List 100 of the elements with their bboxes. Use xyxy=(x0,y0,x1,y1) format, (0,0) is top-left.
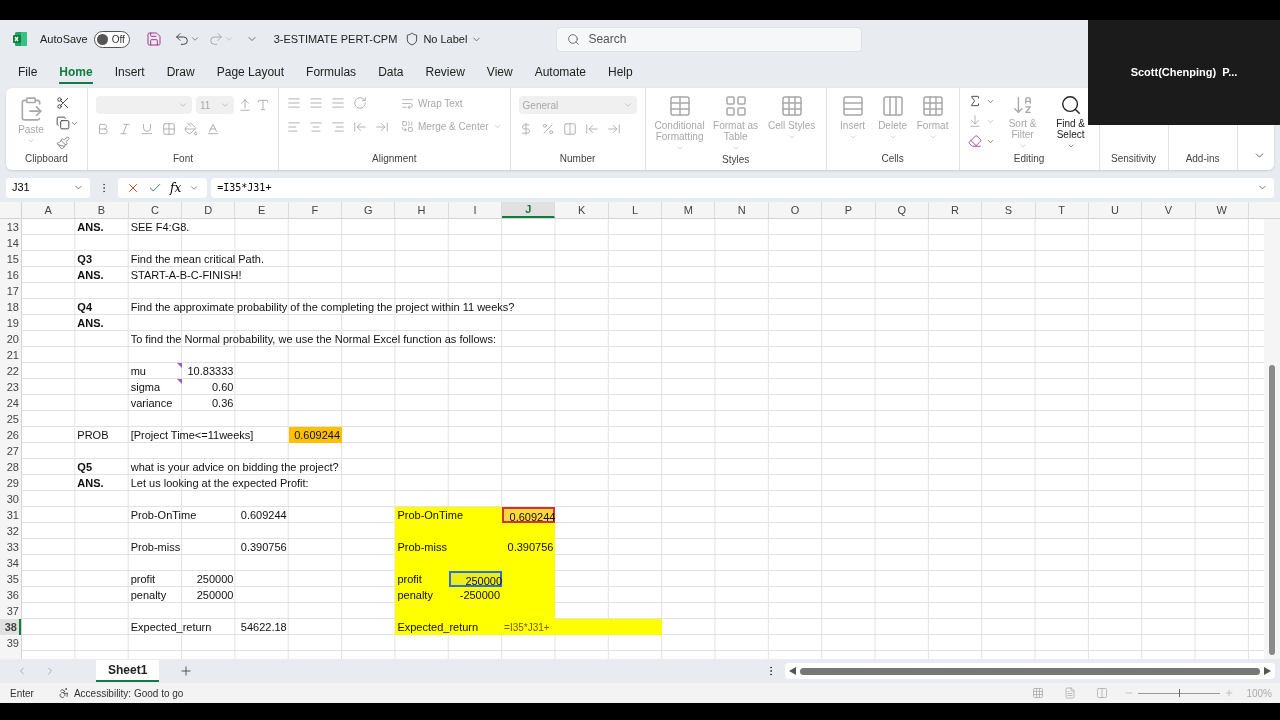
page-layout-icon[interactable] xyxy=(1064,687,1077,699)
column-header[interactable]: Q xyxy=(875,202,929,218)
row-header[interactable]: 32 xyxy=(0,523,21,539)
underline-icon[interactable] xyxy=(140,122,154,136)
normal-view-icon[interactable] xyxy=(1032,687,1045,699)
row-header[interactable]: 15 xyxy=(0,251,21,267)
menu-tab[interactable]: Page Layout xyxy=(216,62,285,84)
row-header[interactable]: 13 xyxy=(0,219,21,235)
cell-formula-input[interactable]: =I35*J31+ xyxy=(502,619,550,635)
row-header[interactable]: 24 xyxy=(0,395,21,411)
ribbon-button[interactable]: Find & Select xyxy=(1050,94,1091,150)
menu-tab[interactable]: Formulas xyxy=(306,62,357,84)
column-header[interactable]: A xyxy=(22,202,76,218)
row-header[interactable]: 29 xyxy=(0,475,21,491)
row-header[interactable]: 30 xyxy=(0,491,21,507)
row-header[interactable]: 25 xyxy=(0,411,21,427)
column-header[interactable]: K xyxy=(555,202,609,218)
column-header[interactable]: M xyxy=(662,202,716,218)
menu-tab[interactable]: Help xyxy=(608,62,633,84)
italic-icon[interactable] xyxy=(118,122,132,136)
row-header[interactable]: 14 xyxy=(0,235,21,251)
format-painter-icon[interactable] xyxy=(56,136,70,150)
search-input[interactable]: Search xyxy=(588,30,852,48)
column-header[interactable]: G xyxy=(342,202,396,218)
add-sheet-icon[interactable] xyxy=(179,664,194,678)
search-field[interactable]: Search xyxy=(556,26,863,52)
column-header[interactable]: T xyxy=(1035,202,1089,218)
row-header[interactable]: 20 xyxy=(0,331,21,347)
column-header[interactable]: E xyxy=(235,202,289,218)
menu-tab[interactable]: Draw xyxy=(166,62,195,84)
increase-decimal-icon[interactable] xyxy=(584,122,599,136)
copy-icon[interactable] xyxy=(56,116,70,130)
column-header[interactable]: H xyxy=(395,202,449,218)
fill-color-icon[interactable] xyxy=(184,122,198,136)
font-color-icon[interactable] xyxy=(206,122,220,136)
column-header[interactable]: R xyxy=(928,202,983,218)
row-header[interactable]: 36 xyxy=(0,587,21,603)
zoom-in-icon[interactable] xyxy=(1224,688,1235,698)
column-header[interactable]: B xyxy=(75,202,129,218)
row-header[interactable]: 16 xyxy=(0,267,21,283)
top-align-icon[interactable] xyxy=(287,96,301,110)
bold-icon[interactable] xyxy=(96,122,110,136)
percent-icon[interactable] xyxy=(540,122,555,136)
column-header[interactable]: V xyxy=(1142,202,1196,218)
column-header[interactable]: U xyxy=(1088,202,1143,218)
column-header[interactable]: D xyxy=(182,202,236,218)
decrease-font-icon[interactable] xyxy=(256,98,270,112)
row-header[interactable]: 34 xyxy=(0,555,21,571)
vertical-scrollbar[interactable] xyxy=(1264,219,1280,659)
column-header[interactable]: L xyxy=(608,202,663,218)
align-left-icon[interactable] xyxy=(287,120,301,134)
scroll-right-icon[interactable] xyxy=(1264,667,1272,675)
horizontal-scrollbar[interactable] xyxy=(785,663,1276,679)
formula-field[interactable]: =I35*J31+ xyxy=(211,177,1274,198)
zoom-slider[interactable] xyxy=(1138,689,1221,697)
column-header[interactable]: P xyxy=(822,202,876,218)
borders-icon[interactable] xyxy=(162,122,176,136)
row-header[interactable]: 23 xyxy=(0,379,21,395)
menu-tab[interactable]: Data xyxy=(378,62,404,84)
row-header[interactable]: 22 xyxy=(0,363,21,379)
column-header[interactable]: N xyxy=(715,202,769,218)
menu-tab[interactable]: Automate xyxy=(534,62,586,84)
orientation-icon[interactable] xyxy=(353,96,367,110)
row-header[interactable]: 18 xyxy=(0,299,21,315)
menu-tab[interactable]: Insert xyxy=(114,62,145,84)
row-header[interactable]: 31 xyxy=(0,507,21,523)
decrease-indent-icon[interactable] xyxy=(353,120,367,134)
sensitivity-label-button[interactable]: No Label xyxy=(405,30,483,48)
comma-style-icon[interactable] xyxy=(562,122,577,136)
row-header[interactable]: 28 xyxy=(0,459,21,475)
insert-function-button[interactable]: fx xyxy=(170,178,182,197)
align-right-icon[interactable] xyxy=(331,120,345,134)
middle-align-icon[interactable] xyxy=(309,96,323,110)
fill-icon[interactable] xyxy=(967,114,982,128)
row-header[interactable]: 26 xyxy=(0,427,21,443)
column-header[interactable]: J xyxy=(502,202,556,218)
menu-tab[interactable]: View xyxy=(486,62,513,84)
increase-font-icon[interactable] xyxy=(238,98,252,112)
menu-tab[interactable]: Review xyxy=(425,62,465,84)
row-header[interactable]: 37 xyxy=(0,603,21,619)
row-header[interactable]: 19 xyxy=(0,315,21,331)
align-center-icon[interactable] xyxy=(309,120,323,134)
eraser-icon[interactable] xyxy=(967,134,982,148)
bottom-align-icon[interactable] xyxy=(331,96,345,110)
undo-icon[interactable] xyxy=(173,31,190,47)
font-name-dropdown[interactable] xyxy=(96,96,192,114)
column-header[interactable]: C xyxy=(128,202,183,218)
row-header[interactable]: 27 xyxy=(0,443,21,459)
page-break-icon[interactable] xyxy=(1096,687,1109,699)
row-header[interactable]: 21 xyxy=(0,347,21,363)
column-header[interactable]: F xyxy=(288,202,343,218)
increase-indent-icon[interactable] xyxy=(375,120,389,134)
name-box[interactable]: J31 xyxy=(6,177,90,198)
column-header[interactable]: W xyxy=(1195,202,1249,218)
autosave-toggle[interactable]: Off xyxy=(93,30,130,48)
sheet-tab[interactable]: Sheet1 xyxy=(96,660,160,682)
redo-icon[interactable] xyxy=(207,31,224,47)
column-header[interactable]: S xyxy=(982,202,1036,218)
row-header[interactable]: 17 xyxy=(0,283,21,299)
row-header[interactable]: 39 xyxy=(0,635,21,651)
